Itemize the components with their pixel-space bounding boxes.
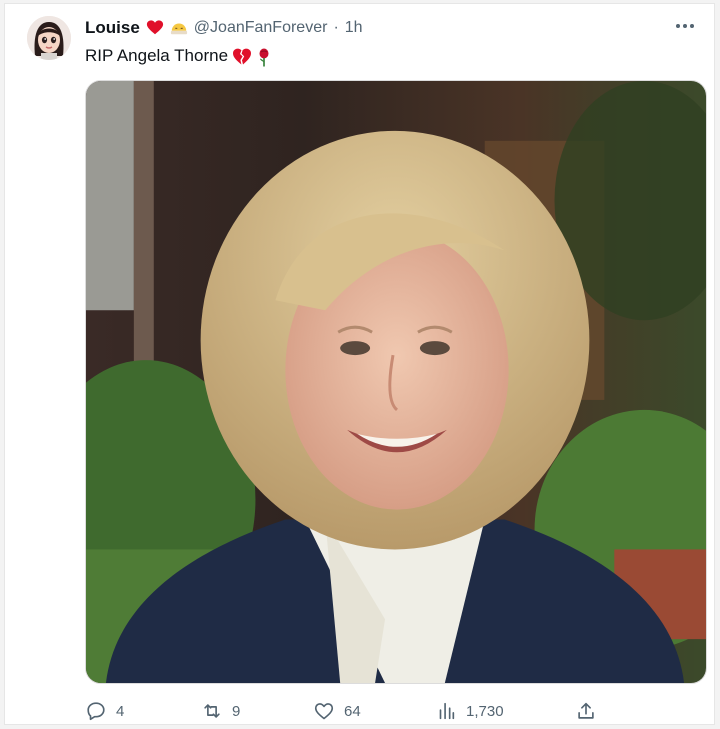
reply-button[interactable]: 4 [85, 698, 124, 724]
avatar-cartoon-icon [27, 16, 71, 60]
timestamp[interactable]: 1h [345, 19, 363, 37]
more-dot-icon [690, 24, 694, 28]
tweet-text: RIP Angela Thorne [85, 44, 272, 68]
retweet-icon [204, 704, 220, 718]
heart-icon [314, 703, 334, 720]
sleepy-face-icon [170, 19, 188, 37]
portrait-photo-icon [86, 81, 706, 683]
separator-dot: · [333, 19, 339, 36]
tweet-photo[interactable] [85, 80, 707, 684]
views-chart-icon [439, 702, 455, 720]
user-handle[interactable]: @JoanFanForever [194, 19, 328, 37]
view-count: 1,730 [466, 702, 504, 720]
tweet-text-content: RIP Angela Thorne [85, 46, 229, 65]
red-heart-icon [146, 19, 164, 37]
retweet-count: 9 [232, 702, 241, 720]
retweet-button[interactable]: 9 [201, 698, 240, 724]
rose-icon [254, 47, 272, 67]
share-button[interactable] [575, 698, 597, 724]
more-dot-icon [676, 24, 680, 28]
reply-count: 4 [116, 702, 125, 720]
tweet-header: Louise @JoanFanForever · 1h [85, 17, 363, 39]
more-dot-icon [683, 24, 687, 28]
more-options-button[interactable] [670, 14, 700, 38]
like-count: 64 [344, 702, 361, 720]
tweet-card[interactable]: Louise @JoanFanForever · 1h RIP Angela T… [4, 3, 715, 725]
avatar[interactable] [27, 16, 71, 60]
views-button[interactable]: 1,730 [435, 698, 504, 724]
display-name[interactable]: Louise [85, 18, 140, 38]
action-bar: 4 9 64 1,730 [85, 698, 645, 724]
reply-icon [87, 702, 105, 721]
share-upload-icon [578, 702, 594, 719]
like-button[interactable]: 64 [313, 698, 361, 724]
broken-heart-icon [232, 47, 252, 65]
